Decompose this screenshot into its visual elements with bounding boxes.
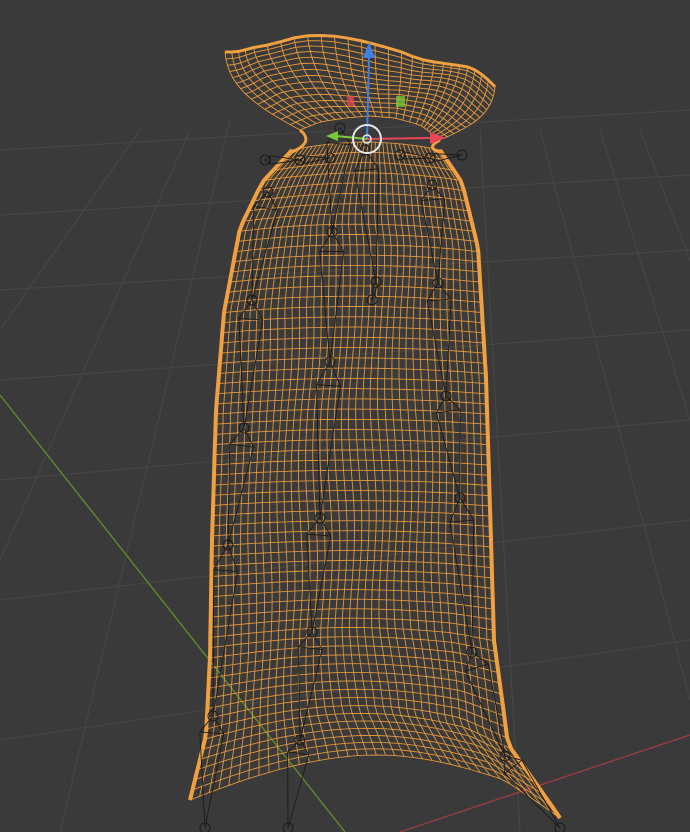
mesh-outline-top: [225, 33, 497, 88]
mesh-edge: [215, 429, 488, 435]
mesh-edge: [218, 377, 487, 385]
grid-line: [539, 129, 690, 701]
mesh-edge: [218, 367, 486, 374]
mesh-edge: [211, 550, 492, 558]
mesh-edge: [223, 306, 483, 313]
grid-line: [0, 129, 141, 331]
3d-viewport[interactable]: [0, 0, 690, 832]
mesh-edge: [374, 44, 383, 118]
mesh-edge: [214, 459, 489, 466]
cloth-mesh-wireframe[interactable]: [188, 33, 562, 820]
x-axis-line: [399, 734, 690, 832]
mesh-edge: [419, 146, 511, 785]
mesh-edge: [213, 490, 490, 497]
mesh-edge: [210, 617, 494, 631]
grid-line: [639, 129, 690, 261]
mesh-edge: [225, 35, 496, 88]
mesh-edge: [221, 336, 484, 344]
mesh-edge: [212, 530, 491, 538]
bone: [238, 299, 264, 429]
mesh-edge: [211, 540, 492, 548]
floor-grid: [0, 109, 690, 832]
mesh-edge: [212, 520, 491, 527]
mesh-edge: [210, 589, 493, 600]
mesh-edge: [211, 569, 493, 579]
mesh-edge: [388, 48, 390, 118]
viewport-canvas[interactable]: [0, 0, 690, 832]
gizmo-yz-plane: [396, 96, 405, 107]
bone: [287, 739, 310, 829]
mesh-edge: [213, 479, 490, 486]
grid-line: [0, 174, 690, 216]
mesh-edge: [211, 559, 492, 569]
mesh-edge: [424, 146, 521, 792]
bone: [504, 755, 561, 829]
mesh-edge: [210, 598, 494, 610]
gizmo-x-axis: [366, 137, 431, 140]
grid-line: [599, 129, 690, 421]
mesh-edge: [280, 41, 336, 120]
mesh-edge: [215, 418, 488, 425]
transform-gizmo[interactable]: [326, 42, 446, 154]
mesh-edge: [213, 500, 490, 507]
mesh-edge: [212, 510, 491, 517]
mesh-edge: [194, 741, 545, 795]
gizmo-y-arrow: [326, 131, 338, 141]
gizmo-xz-plane: [347, 96, 354, 106]
mesh-edge: [411, 145, 491, 776]
bone: [199, 715, 225, 829]
grid-line: [0, 249, 690, 291]
gizmo-z-axis: [366, 54, 370, 140]
mesh-edge: [210, 627, 495, 642]
